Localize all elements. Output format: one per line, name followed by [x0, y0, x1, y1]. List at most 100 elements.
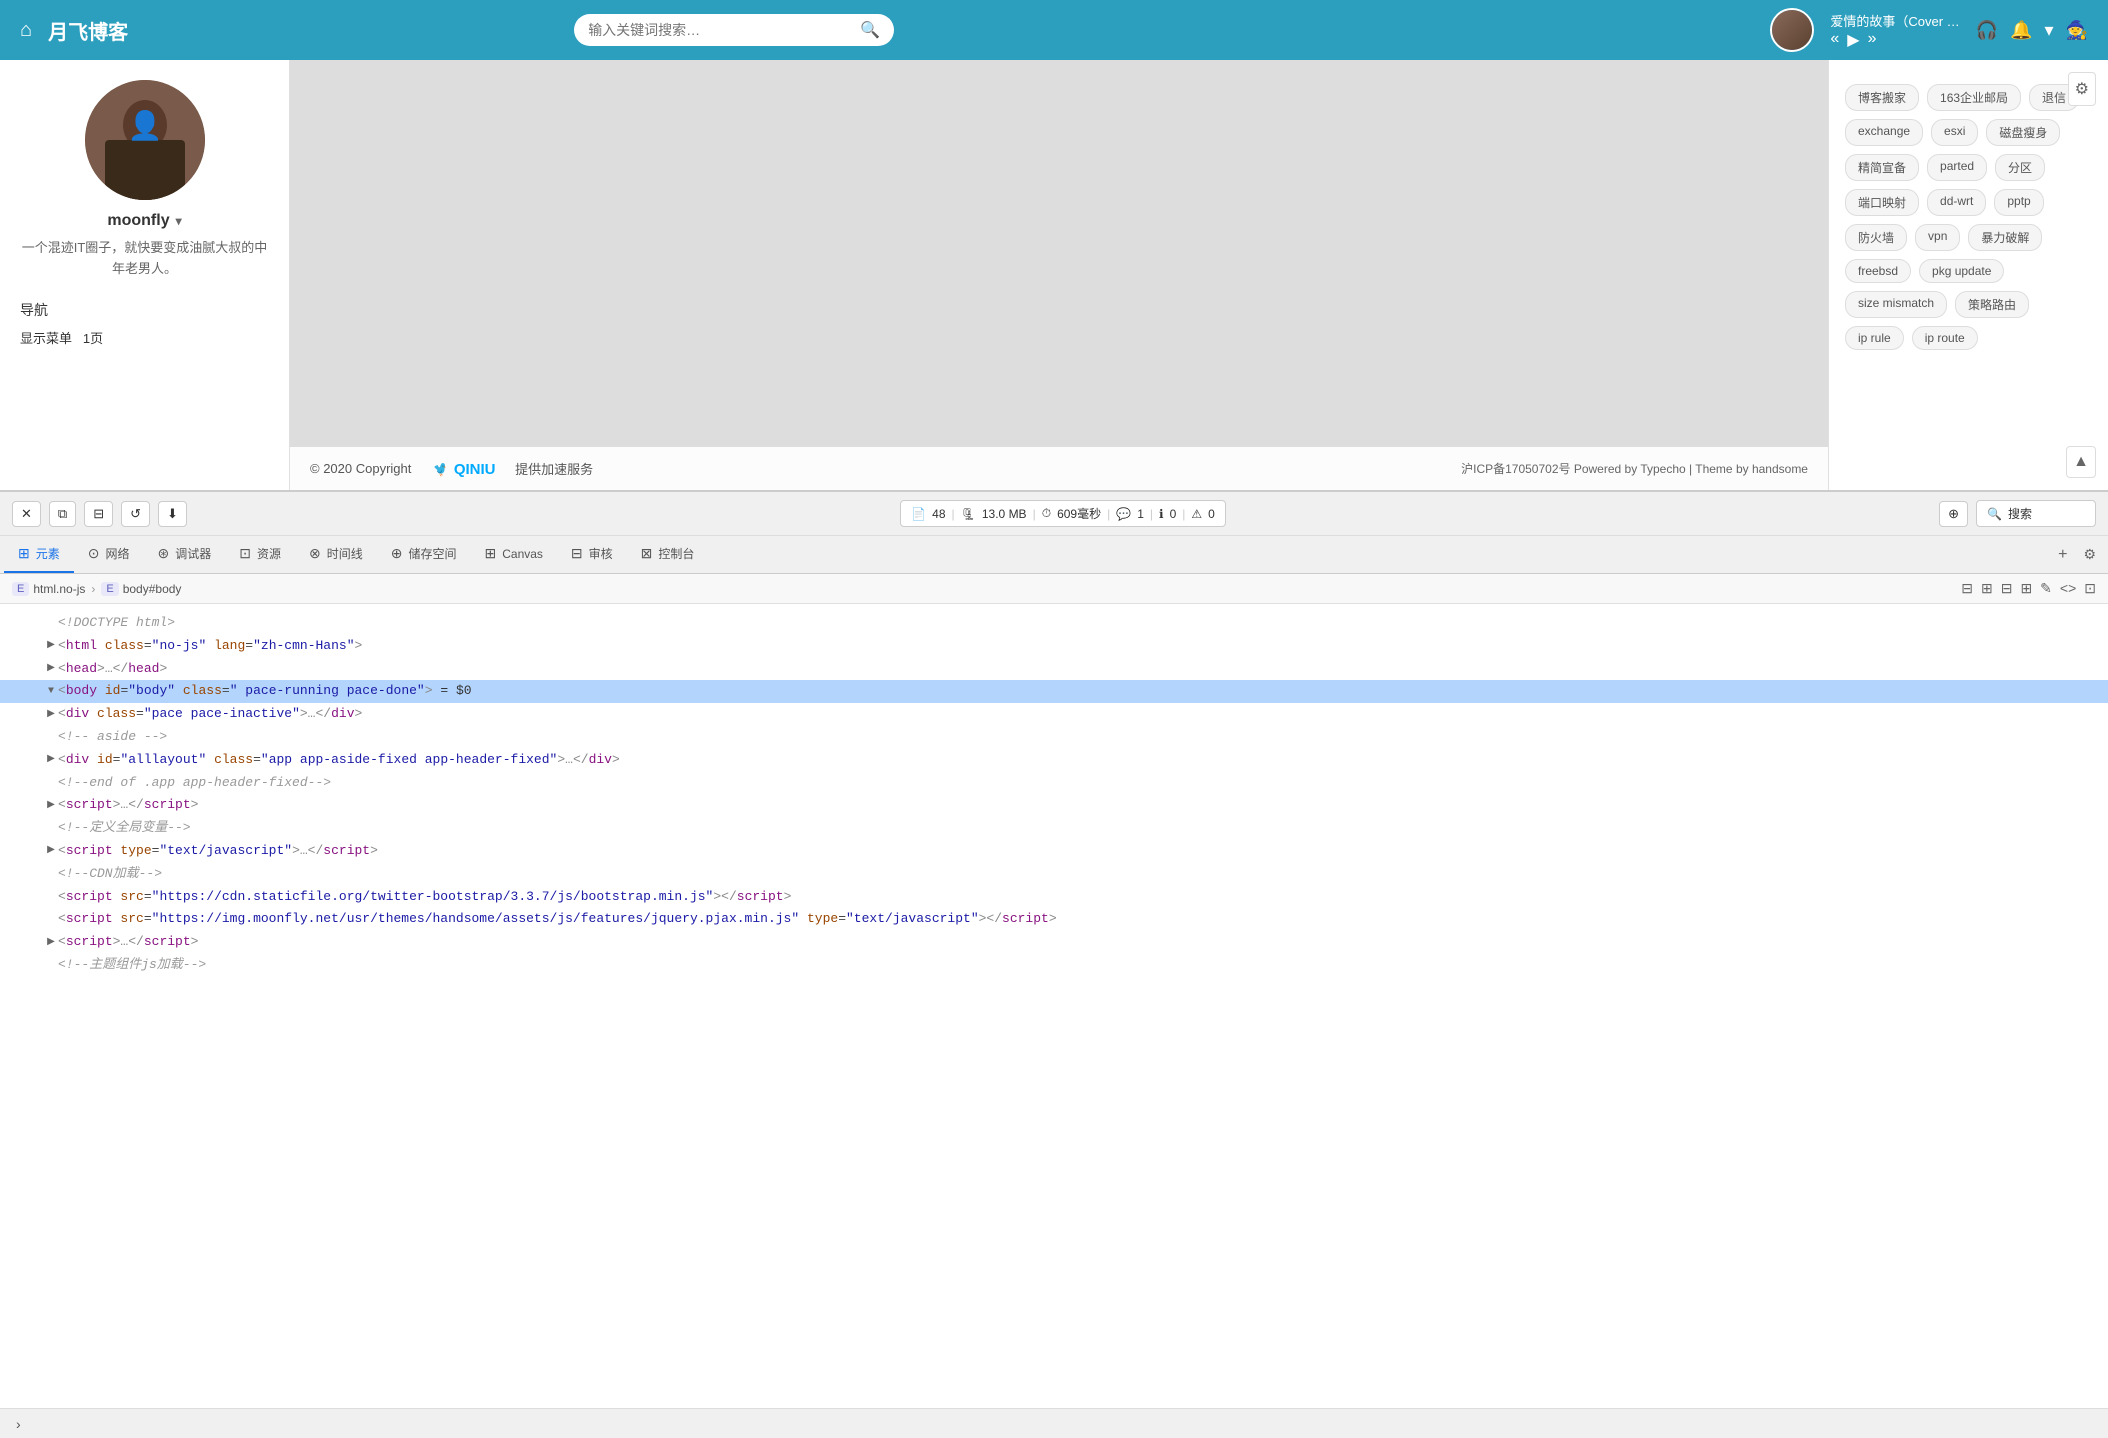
tag-item[interactable]: ip route [1912, 326, 1978, 350]
tab-label: 网络 [105, 545, 129, 562]
more-btn[interactable]: ⊡ [2084, 580, 2096, 597]
copy-btn-3[interactable]: ⊟ [2001, 580, 2013, 597]
user-icon[interactable]: 🧙 [2066, 20, 2088, 41]
tab-icon: ⊗ [309, 545, 321, 562]
copy-btn-2[interactable]: ⊞ [1981, 580, 1993, 597]
tag-item[interactable]: 防火墙 [1845, 224, 1907, 251]
devtools-download-button[interactable]: ⬇ [158, 501, 187, 527]
copy-icons: ⊟ ⊞ ⊟ ⊞ ✎ <> ⊡ [1961, 580, 2096, 597]
dev-tab-网络[interactable]: ⊙网络 [74, 536, 144, 573]
dev-tab-资源[interactable]: ⊡资源 [225, 536, 295, 573]
code-line[interactable]: <!--主题组件js加载--> [0, 954, 2108, 977]
dev-tab-控制台[interactable]: ⊠控制台 [627, 536, 709, 573]
tag-item[interactable]: pkg update [1919, 259, 2004, 283]
tag-item[interactable]: esxi [1931, 119, 1978, 146]
tag-item[interactable]: 策略路由 [1955, 291, 2029, 318]
nav-label: 导航 [20, 300, 48, 320]
tag-item[interactable]: 精简宣备 [1845, 154, 1919, 181]
dev-tab-储存空间[interactable]: ⊕储存空间 [377, 536, 471, 573]
tag-item[interactable]: 163企业邮局 [1927, 84, 2021, 111]
song-info: 爱情的故事（Cover … « ▶ » [1830, 11, 1959, 50]
home-icon[interactable]: ⌂ [20, 19, 32, 42]
header-icons: 🎧 🔔 ▾ 🧙 [1976, 20, 2088, 41]
copy-btn-1[interactable]: ⊟ [1961, 580, 1973, 597]
username-dropdown[interactable]: ▾ [176, 214, 182, 228]
tag-item[interactable]: 博客搬家 [1845, 84, 1919, 111]
tag-item[interactable]: freebsd [1845, 259, 1911, 283]
bottom-arrow-btn[interactable]: › [12, 1412, 25, 1436]
tag-item[interactable]: ip rule [1845, 326, 1904, 350]
scroll-top-button[interactable]: ▲ [2066, 446, 2096, 478]
code-line[interactable]: ▶ <script>…</script> [0, 931, 2108, 954]
tab-settings-button[interactable]: ⚙ [2075, 536, 2104, 573]
search-bar: 🔍 [574, 14, 894, 46]
tag-item[interactable]: exchange [1845, 119, 1923, 146]
tag-item[interactable]: pptp [1994, 189, 2043, 216]
dev-tab-Canvas[interactable]: ⊞Canvas [471, 536, 557, 573]
play-btn[interactable]: ▶ [1847, 30, 1859, 50]
triangle-icon[interactable]: ▶ [44, 707, 58, 723]
tag-item[interactable]: 分区 [1995, 154, 2045, 181]
info-count: 0 [1170, 507, 1177, 521]
breadcrumb-html[interactable]: E html.no-js [12, 582, 85, 596]
code-line[interactable]: <script src="https://img.moonfly.net/usr… [0, 908, 2108, 931]
code-line[interactable]: <!DOCTYPE html> [0, 612, 2108, 635]
tab-label: 时间线 [327, 545, 363, 562]
dropdown-icon[interactable]: ▾ [2045, 20, 2054, 41]
tag-item[interactable]: 暴力破解 [1968, 224, 2042, 251]
devtools-close-button[interactable]: ✕ [12, 501, 41, 527]
code-line[interactable]: ▶ <div class="pace pace-inactive">…</div… [0, 703, 2108, 726]
avatar[interactable] [1770, 8, 1814, 52]
devtools-split-button[interactable]: ⊟ [84, 501, 113, 527]
breadcrumb-body[interactable]: E body#body [101, 582, 181, 596]
devtools-target-button[interactable]: ⊕ [1939, 501, 1968, 527]
source-btn[interactable]: <> [2060, 580, 2076, 597]
tag-item[interactable]: parted [1927, 154, 1987, 181]
code-line[interactable]: <!--CDN加载--> [0, 863, 2108, 886]
copy-btn-4[interactable]: ⊞ [2020, 580, 2032, 597]
copyright-text: © 2020 Copyright [310, 461, 411, 476]
search-input[interactable] [588, 22, 852, 38]
code-line[interactable]: <!--定义全局变量--> [0, 817, 2108, 840]
code-line[interactable]: <!-- aside --> [0, 726, 2108, 749]
tag-item[interactable]: vpn [1915, 224, 1960, 251]
dev-tab-审核[interactable]: ⊟审核 [557, 536, 627, 573]
dev-tab-调试器[interactable]: ⊛调试器 [144, 536, 226, 573]
triangle-icon[interactable]: ▶ [44, 798, 58, 814]
headphone-icon[interactable]: 🎧 [1976, 20, 1998, 41]
devtools-refresh-button[interactable]: ↺ [121, 501, 150, 527]
code-line[interactable]: ▶ <div id="alllayout" class="app app-asi… [0, 749, 2108, 772]
triangle-icon[interactable]: ▼ [44, 684, 58, 700]
triangle-icon[interactable]: ▶ [44, 638, 58, 654]
bell-icon[interactable]: 🔔 [2010, 20, 2032, 41]
tag-item[interactable]: dd-wrt [1927, 189, 1986, 216]
file-size: 13.0 MB [982, 507, 1027, 521]
tag-item[interactable]: 磁盘瘦身 [1986, 119, 2060, 146]
breadcrumb-bar: E html.no-js › E body#body ⊟ ⊞ ⊟ ⊞ ✎ <> … [0, 574, 2108, 604]
tab-label: 资源 [257, 545, 281, 562]
tab-icon: ⊞ [18, 545, 30, 562]
prev-btn[interactable]: « [1830, 30, 1839, 50]
code-line[interactable]: ▶ <head>…</head> [0, 658, 2108, 681]
code-line[interactable]: <script src="https://cdn.staticfile.org/… [0, 886, 2108, 909]
triangle-icon[interactable]: ▶ [44, 752, 58, 768]
code-line[interactable]: ▶ <html class="no-js" lang="zh-cmn-Hans"… [0, 635, 2108, 658]
devtools-undock-button[interactable]: ⧉ [49, 501, 76, 527]
code-line[interactable]: ▶ <script type="text/javascript">…</scri… [0, 840, 2108, 863]
dev-tab-元素[interactable]: ⊞元素 [4, 536, 74, 573]
code-line[interactable]: ▼ <body id="body" class=" pace-running p… [0, 680, 2108, 703]
search-icon[interactable]: 🔍 [860, 20, 880, 40]
tag-item[interactable]: 端口映射 [1845, 189, 1919, 216]
triangle-icon[interactable]: ▶ [44, 843, 58, 859]
tab-add-button[interactable]: + [2050, 536, 2075, 573]
settings-button[interactable]: ⚙ [2068, 72, 2096, 106]
code-line[interactable]: <!--end of .app app-header-fixed--> [0, 772, 2108, 795]
edit-btn[interactable]: ✎ [2040, 580, 2052, 597]
dev-tab-时间线[interactable]: ⊗ 时间线 [295, 536, 377, 573]
tag-item[interactable]: size mismatch [1845, 291, 1947, 318]
triangle-icon[interactable]: ▶ [44, 935, 58, 951]
next-btn[interactable]: » [1868, 30, 1877, 50]
file-icon: 📄 [911, 507, 926, 521]
triangle-icon[interactable]: ▶ [44, 661, 58, 677]
code-line[interactable]: ▶ <script>…</script> [0, 794, 2108, 817]
